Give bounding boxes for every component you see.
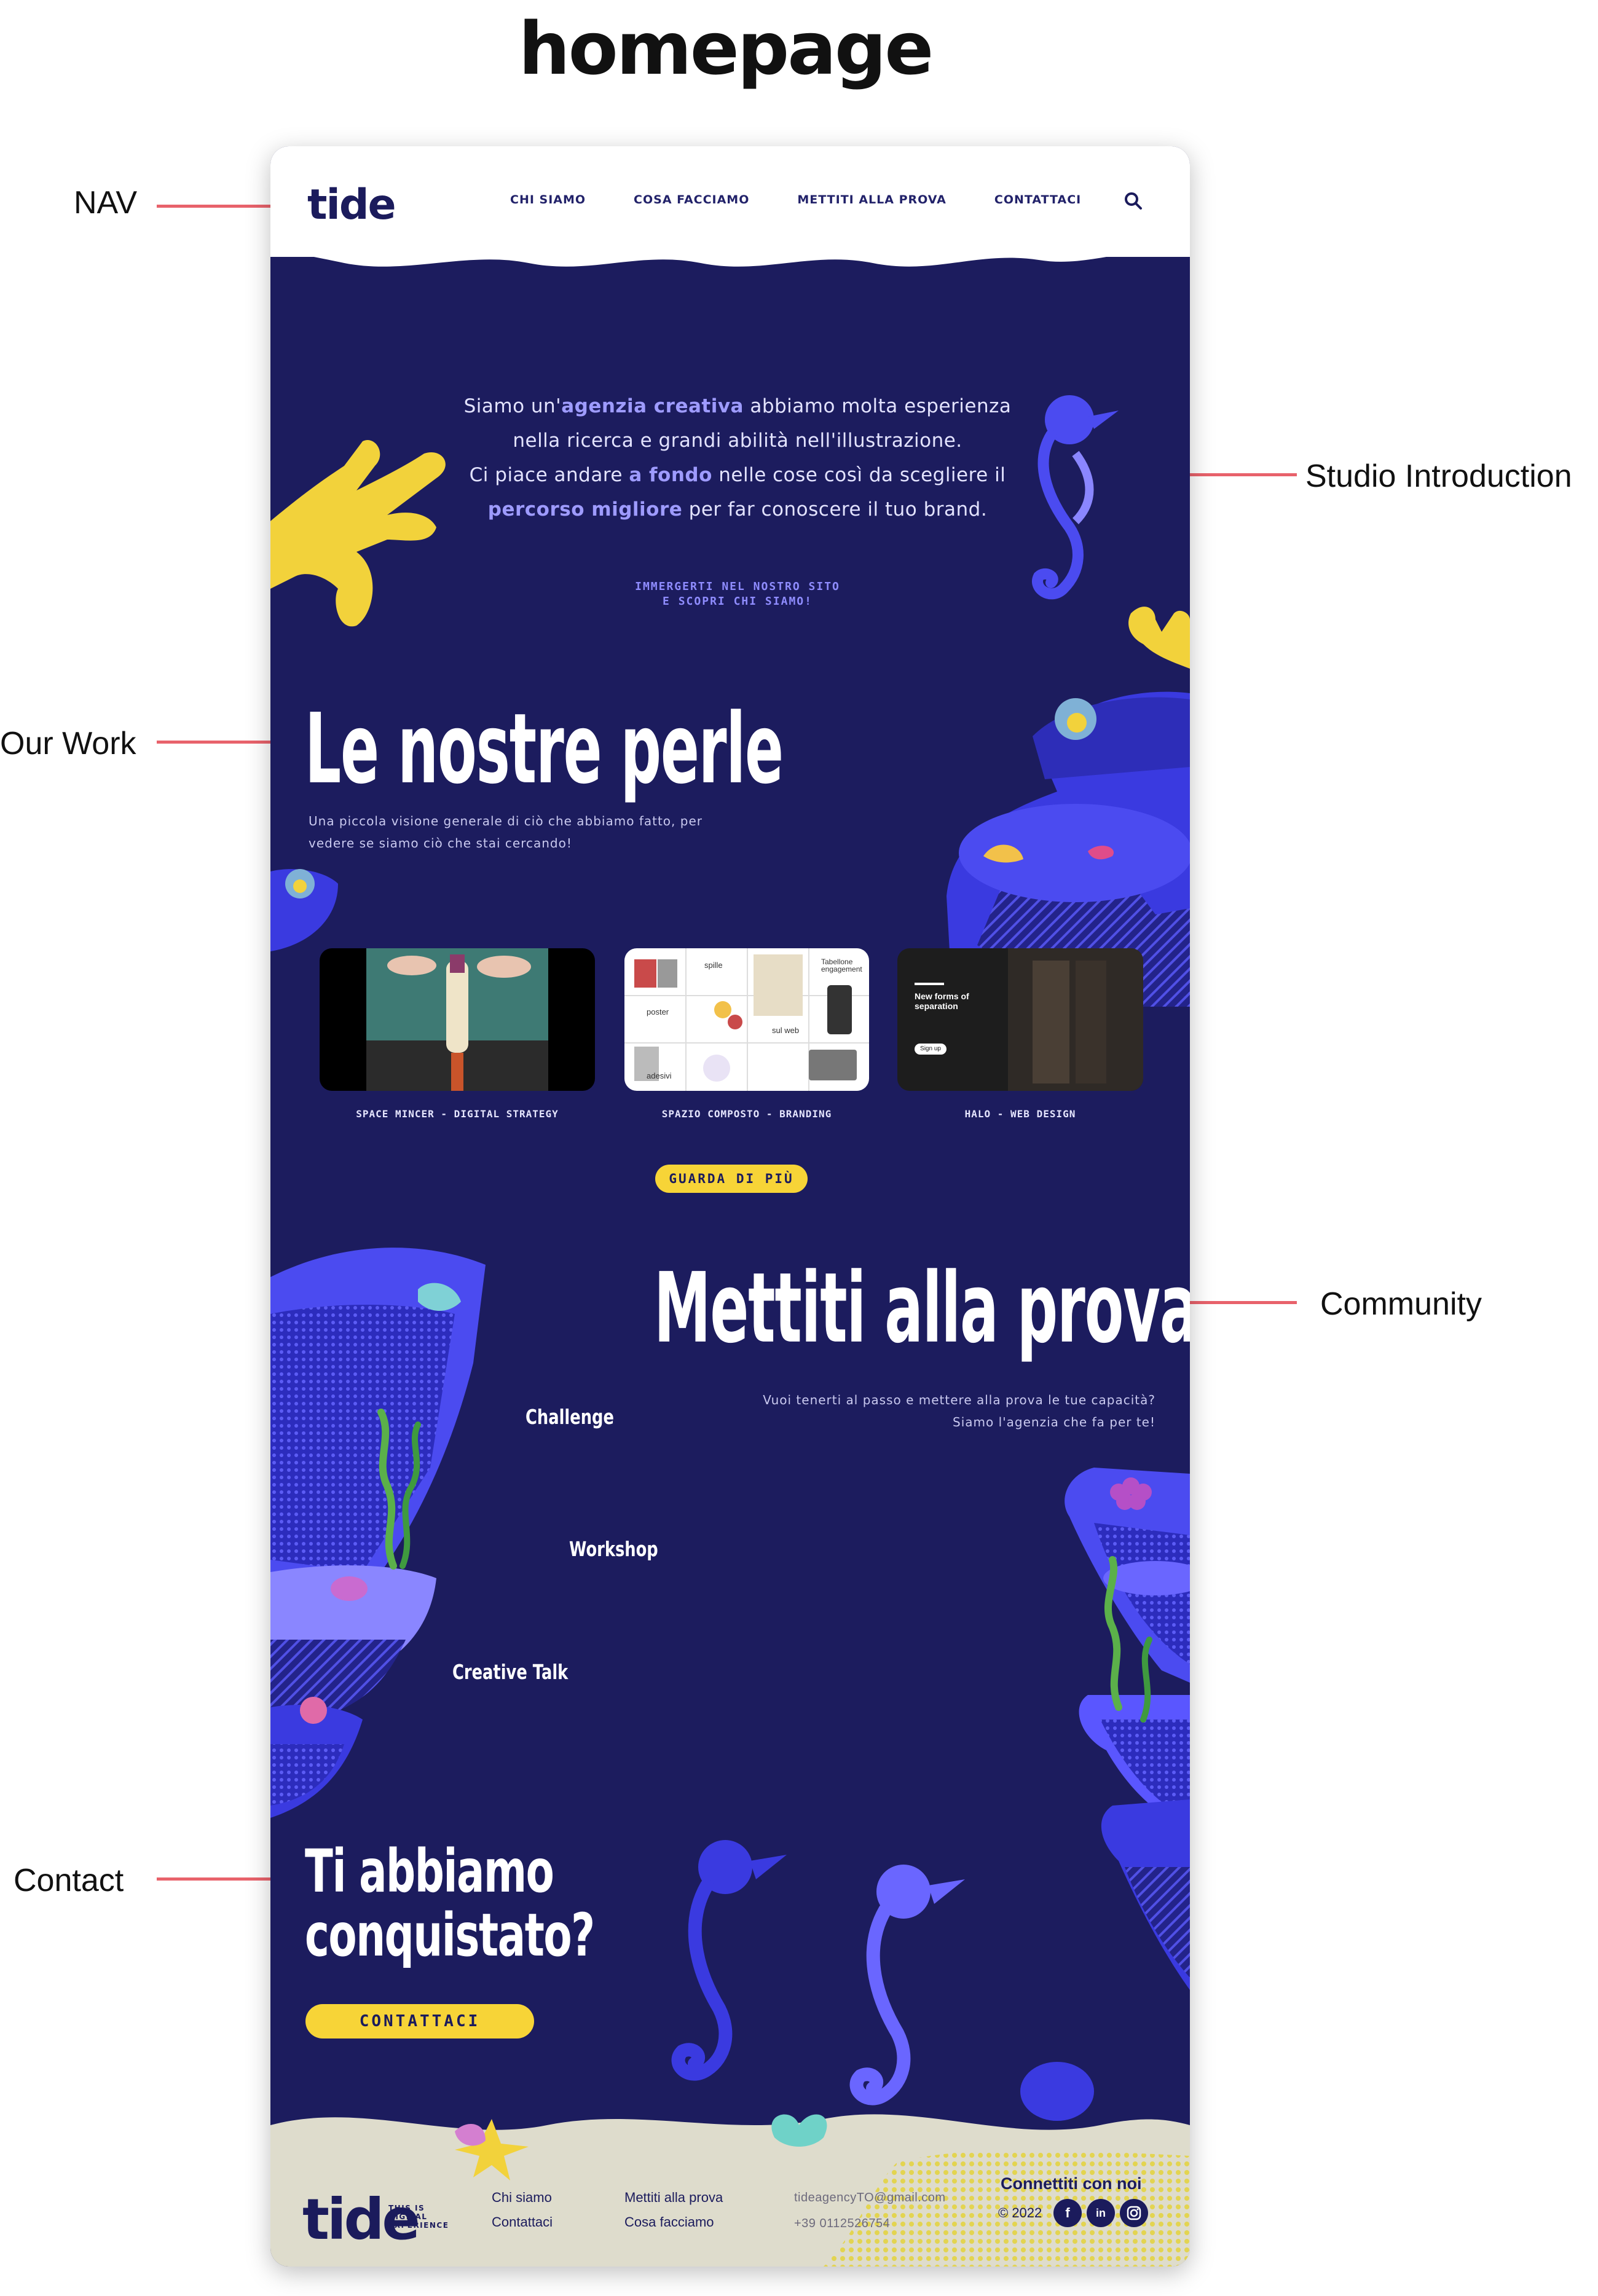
seahorse-bottom-right xyxy=(849,1865,965,2105)
event-workshop[interactable]: Workshop xyxy=(569,1537,658,1561)
dive-in-link[interactable]: IMMERGERTI NEL NOSTRO SITO E SCOPRI CHI … xyxy=(578,580,897,609)
nav-links: CHI SIAMO COSA FACCIAMO METTITI ALLA PRO… xyxy=(510,193,1081,206)
footer-copyright: © 2022 xyxy=(998,2205,1042,2220)
nav-link-chi-siamo[interactable]: CHI SIAMO xyxy=(510,193,586,206)
footer-link-mettiti-alla-prova[interactable]: Mettiti alla prova xyxy=(624,2190,723,2206)
community-title: Mettiti alla prova xyxy=(654,1252,1190,1365)
work-title: Le nostre perle xyxy=(305,693,784,806)
project-card-halo[interactable]: New forms of separation Sign up xyxy=(897,948,1143,1091)
contact-title: Ti abbiamo conquistato? xyxy=(305,1837,595,1970)
project-label: HALO - WEB DESIGN xyxy=(964,1108,1076,1120)
project-thumbnail xyxy=(366,948,548,1091)
instagram-icon[interactable] xyxy=(1120,2199,1148,2227)
nav-wave xyxy=(270,232,1190,267)
see-more-button[interactable]: GUARDA DI PIÙ xyxy=(655,1165,808,1193)
nav-link-mettiti-alla-prova[interactable]: METTITI ALLA PROVA xyxy=(797,193,947,206)
tag-poster: poster xyxy=(647,1007,669,1016)
nav-link-cosa-facciamo[interactable]: COSA FACCIAMO xyxy=(634,193,749,206)
annotation-line xyxy=(157,1877,289,1881)
contact-button[interactable]: CONTATTACI xyxy=(305,2004,534,2038)
halo-signup-button: Sign up xyxy=(915,1044,947,1055)
annotation-nav: NAV xyxy=(74,185,138,221)
tag-sul-web: sul web xyxy=(772,1026,800,1035)
tag-tabellone: Tabellone engagement xyxy=(821,957,862,973)
seahorse-top xyxy=(1032,395,1119,600)
logo[interactable]: tide xyxy=(307,181,396,229)
homepage-mockup: tide CHI SIAMO COSA FACCIAMO METTITI ALL… xyxy=(270,146,1190,2267)
search-icon[interactable] xyxy=(1122,189,1145,213)
footer-phone[interactable]: +39 0112526754 xyxy=(794,2217,890,2231)
project-label: SPACE MINCER - DIGITAL STRATEGY xyxy=(356,1108,559,1120)
work-description: Una piccola visione generale di ciò che … xyxy=(309,814,703,851)
annotation-studio: Studio Introduction xyxy=(1305,458,1572,494)
footer-link-contattaci[interactable]: Contattaci xyxy=(492,2214,553,2230)
studio-introduction: Siamo un'agenzia creativa abbiamo molta … xyxy=(463,395,1012,521)
tag-adesivi: adesivi xyxy=(647,1071,672,1080)
community-description: Vuoi tenerti al passo e mettere alla pro… xyxy=(763,1393,1155,1429)
footer-tagline: THIS IS DIGITAL EXPERIENCE xyxy=(388,2204,449,2230)
annotation-contact: Contact xyxy=(14,1863,124,1898)
event-challenge[interactable]: Challenge xyxy=(525,1405,614,1429)
annotation-community: Community xyxy=(1320,1286,1482,1322)
yellow-coral-left xyxy=(270,440,446,627)
footer-link-chi-siamo[interactable]: Chi siamo xyxy=(492,2190,552,2206)
nav-link-contattaci[interactable]: CONTATTACI xyxy=(994,193,1081,206)
footer-connect-heading: Connettiti con noi xyxy=(1001,2174,1142,2193)
annotation-work: Our Work xyxy=(0,726,136,761)
annotation-line xyxy=(157,741,289,744)
page-title: homepage xyxy=(518,6,934,91)
linkedin-icon[interactable]: in xyxy=(1087,2199,1115,2227)
project-card-spazio-composto[interactable]: spille Tabellone engagement poster sul w… xyxy=(624,948,869,1091)
event-creative-talk[interactable]: Creative Talk xyxy=(452,1660,568,1684)
footer-email[interactable]: tideagencyTO@gmail.com xyxy=(794,2191,946,2205)
annotation-line xyxy=(157,205,289,208)
footer-link-cosa-facciamo[interactable]: Cosa facciamo xyxy=(624,2214,714,2230)
project-thumbnail xyxy=(915,948,1143,1091)
tag-spille: spille xyxy=(704,961,723,970)
project-label: SPAZIO COMPOSTO - BRANDING xyxy=(661,1108,832,1120)
facebook-icon[interactable]: f xyxy=(1053,2199,1082,2227)
seahorse-bottom-left xyxy=(671,1840,787,2081)
project-card-space-mincer[interactable] xyxy=(320,948,595,1091)
halo-headline: New forms of separation xyxy=(915,991,969,1011)
